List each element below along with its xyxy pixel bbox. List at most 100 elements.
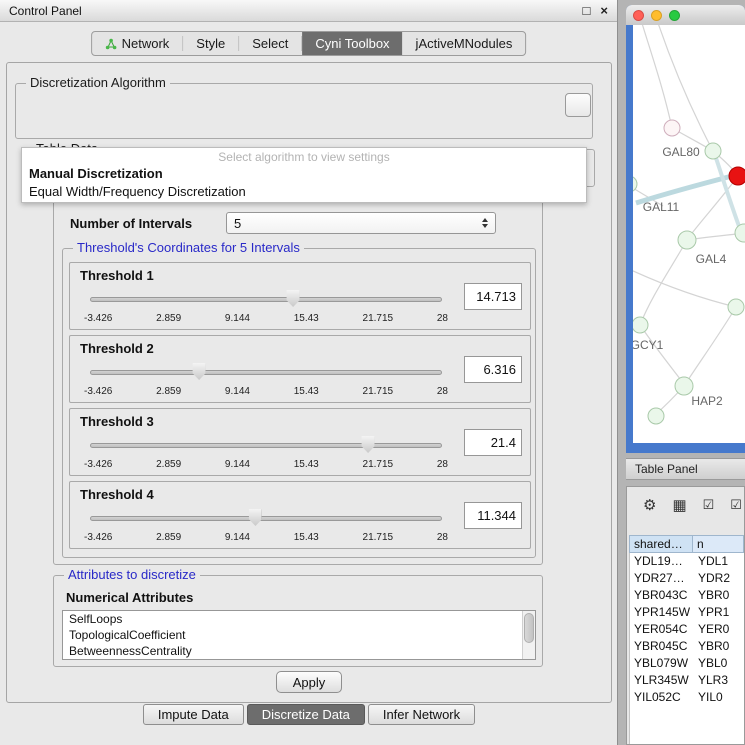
cell: YDL1 (694, 553, 744, 570)
slider-track[interactable] (90, 516, 442, 521)
control-panel-tabbar: Network Style Select Cyni Toolbox jActiv… (91, 31, 527, 56)
cell: YLR3 (694, 672, 744, 689)
list-scrollbar[interactable] (522, 611, 535, 659)
number-of-intervals-combobox[interactable]: 5 (226, 212, 496, 234)
node[interactable] (705, 143, 721, 159)
tab-cyni-toolbox[interactable]: Cyni Toolbox (302, 32, 402, 55)
numerical-attributes-list[interactable]: SelfLoops TopologicalCoefficient Between… (62, 610, 536, 660)
network-canvas[interactable]: GAL80 GAL11 GAL4 GCY1 HAP2 (633, 25, 745, 443)
tab-network[interactable]: Network (92, 32, 183, 55)
network-nodes[interactable] (633, 120, 745, 424)
slider-thumb[interactable] (287, 290, 300, 307)
node[interactable] (735, 224, 745, 242)
threshold-4-slider[interactable]: -3.4262.8599.14415.4321.71528 (90, 508, 442, 546)
select-all-icon[interactable]: ☑ (703, 497, 715, 513)
table-row[interactable]: YBR045CYBR0 (630, 638, 744, 655)
list-item[interactable]: TopologicalCoefficient (63, 627, 535, 643)
tick-label: 2.859 (156, 532, 181, 543)
tab-infer-network[interactable]: Infer Network (368, 704, 475, 725)
slider-tick-labels: -3.4262.8599.14415.4321.71528 (84, 532, 448, 543)
slider-track[interactable] (90, 297, 442, 302)
algorithm-combobox-fragment[interactable] (565, 93, 591, 117)
close-icon[interactable]: × (600, 4, 608, 17)
table-row[interactable]: YIL052CYIL0 (630, 689, 744, 706)
column-header-shared-name[interactable]: shared… (629, 535, 693, 553)
tick-label: 28 (437, 532, 448, 543)
menu-item-equal-width[interactable]: Equal Width/Frequency Discretization (22, 183, 586, 201)
close-traffic-light-icon[interactable] (633, 10, 644, 21)
threshold-value-field[interactable]: 6.316 (464, 356, 522, 383)
tick-label: 21.715 (363, 313, 394, 324)
tick-label: 2.859 (156, 313, 181, 324)
threshold-1-panel: Threshold 1 -3.4262.8599.14415.4321.7152… (69, 262, 531, 330)
minimize-traffic-light-icon[interactable] (651, 10, 662, 21)
control-panel-titlebar[interactable]: Control Panel □ × (0, 0, 617, 22)
tab-label: Style (196, 36, 225, 51)
tab-style[interactable]: Style (183, 32, 238, 55)
cell: YBR0 (694, 638, 744, 655)
cell: YDR27… (630, 570, 694, 587)
node-label: GAL11 (643, 200, 680, 214)
node[interactable] (664, 120, 680, 136)
table-row[interactable]: YDL19…YDL1 (630, 553, 744, 570)
node[interactable] (675, 377, 693, 395)
table-row[interactable]: YER054CYER0 (630, 621, 744, 638)
tab-select[interactable]: Select (239, 32, 301, 55)
menu-item-manual-discretization[interactable]: Manual Discretization (22, 165, 586, 183)
tab-label: Cyni Toolbox (315, 36, 389, 51)
interval-definition-group: Interval Definition Number of Intervals … (53, 189, 543, 565)
threshold-3-slider[interactable]: -3.4262.8599.14415.4321.71528 (90, 435, 442, 473)
list-item[interactable]: BetweennessCentrality (63, 643, 535, 659)
tick-label: 9.144 (225, 532, 250, 543)
combo-arrows-icon (478, 218, 491, 228)
slider-tick-labels: -3.4262.8599.14415.4321.71528 (84, 386, 448, 397)
tab-label: Select (252, 36, 288, 51)
group-title: Discretization Algorithm (26, 76, 170, 90)
table-row[interactable]: YLR345WYLR3 (630, 672, 744, 689)
slider-thumb[interactable] (193, 363, 206, 380)
node-label: GAL4 (696, 252, 727, 266)
table-row[interactable]: YDR27…YDR2 (630, 570, 744, 587)
network-window-titlebar[interactable] (626, 5, 745, 25)
table-row[interactable]: YBL079WYBL0 (630, 655, 744, 672)
node[interactable] (633, 317, 648, 333)
node[interactable] (648, 408, 664, 424)
slider-track[interactable] (90, 443, 442, 448)
selected-node[interactable] (729, 167, 745, 185)
apply-button[interactable]: Apply (276, 671, 342, 693)
scrollbar-thumb[interactable] (524, 613, 534, 643)
float-window-icon[interactable]: □ (583, 4, 591, 17)
slider-track[interactable] (90, 370, 442, 375)
gear-icon[interactable]: ⚙ (643, 496, 656, 514)
column-header-name[interactable]: n (693, 535, 744, 553)
cell: YBL0 (694, 655, 744, 672)
cyni-toolbox-panel: Discretization Algorithm Select algorith… (6, 62, 612, 703)
tab-impute-data[interactable]: Impute Data (143, 704, 244, 725)
slider-thumb[interactable] (362, 436, 375, 453)
table-row[interactable]: YBR043CYBR0 (630, 587, 744, 604)
threshold-value-field[interactable]: 11.344 (464, 502, 522, 529)
threshold-1-slider[interactable]: -3.4262.8599.14415.4321.71528 (90, 289, 442, 327)
tick-label: 9.144 (225, 459, 250, 470)
tab-label: Network (122, 36, 170, 51)
table-row[interactable]: YPR145WYPR1 (630, 604, 744, 621)
node-label: HAP2 (691, 394, 723, 408)
node[interactable] (728, 299, 744, 315)
threshold-value-field[interactable]: 21.4 (464, 429, 522, 456)
tick-label: -3.426 (84, 313, 112, 324)
table-panel-window: ⚙ ▦ ☑ ☑ shared… n YDL19…YDL1 YDR27…YDR2 … (626, 486, 745, 745)
tab-discretize-data[interactable]: Discretize Data (247, 704, 365, 725)
columns-icon[interactable]: ▦ (672, 496, 686, 514)
select-none-icon[interactable]: ☑ (730, 497, 742, 513)
cell: YLR345W (630, 672, 694, 689)
zoom-traffic-light-icon[interactable] (669, 10, 680, 21)
node[interactable] (678, 231, 696, 249)
slider-thumb[interactable] (249, 509, 262, 526)
threshold-2-slider[interactable]: -3.4262.8599.14415.4321.71528 (90, 362, 442, 400)
table-panel-header[interactable]: Table Panel (626, 458, 745, 480)
tick-label: -3.426 (84, 459, 112, 470)
window-title: Control Panel (9, 4, 573, 18)
threshold-value-field[interactable]: 14.713 (464, 283, 522, 310)
list-item[interactable]: SelfLoops (63, 611, 535, 627)
tab-jactivemodules[interactable]: jActiveMNodules (403, 32, 526, 55)
